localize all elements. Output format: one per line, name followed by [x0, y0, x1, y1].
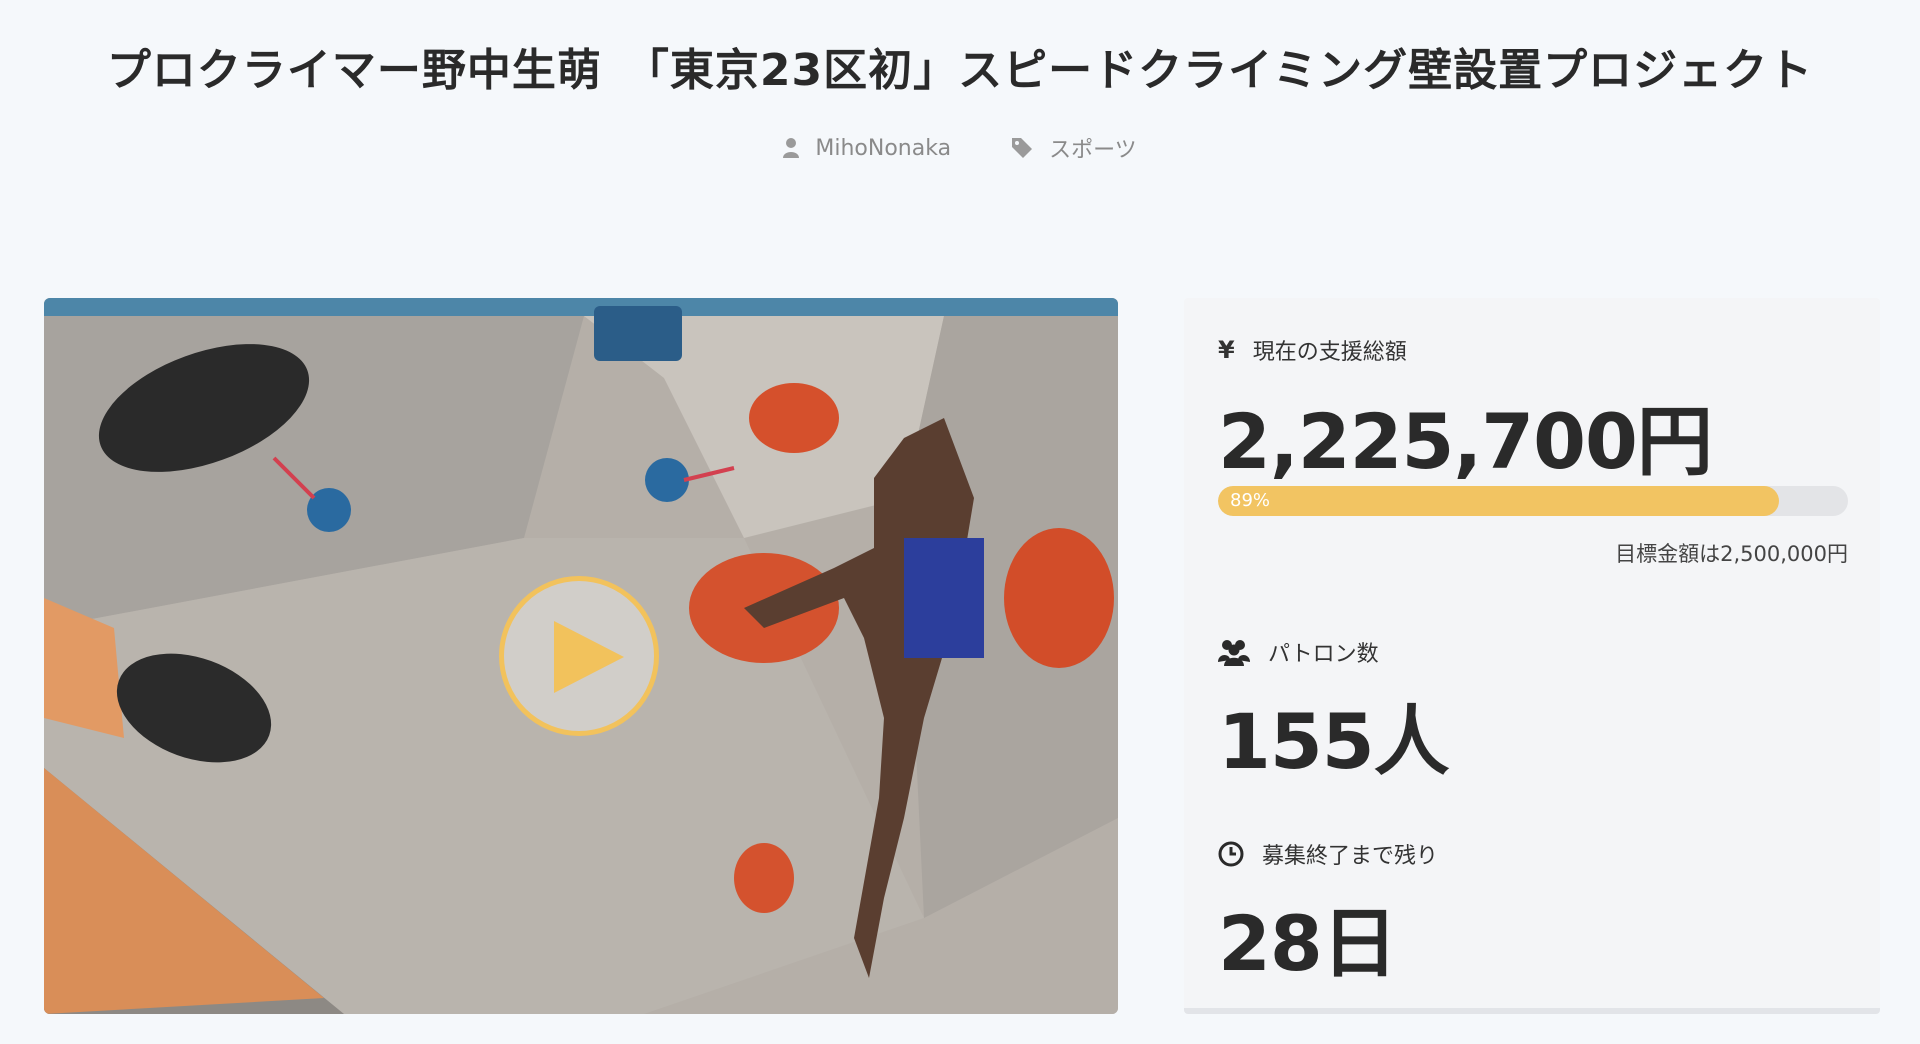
- patrons-label-row: パトロン数: [1218, 636, 1379, 668]
- project-meta: MihoNonaka スポーツ: [0, 132, 1920, 164]
- yen-icon: ¥: [1218, 336, 1235, 364]
- author-link[interactable]: MihoNonaka: [783, 132, 951, 164]
- patrons-label: パトロン数: [1268, 642, 1379, 667]
- tag-icon: [1012, 138, 1033, 158]
- patrons-count: 155人: [1218, 697, 1450, 786]
- remaining-label: 募集終了まで残り: [1262, 844, 1439, 869]
- user-icon: [783, 138, 800, 158]
- remaining-days: 28日: [1218, 899, 1398, 988]
- author-name: MihoNonaka: [815, 135, 952, 161]
- total-label: 現在の支援総額: [1252, 340, 1407, 365]
- category-link[interactable]: スポーツ: [1011, 132, 1137, 164]
- total-label-row: ¥ 現在の支援総額: [1218, 334, 1407, 366]
- progress-bar: 89%: [1218, 486, 1848, 516]
- progress-percent: 89%: [1230, 490, 1271, 511]
- progress-fill: 89%: [1218, 486, 1779, 516]
- play-button[interactable]: [499, 576, 659, 736]
- total-amount: 2,225,700円: [1218, 397, 1713, 486]
- users-icon: [1218, 640, 1250, 666]
- page-title: プロクライマー野中生萌 「東京23区初」スピードクライミング壁設置プロジェクト: [106, 45, 1814, 96]
- remaining-label-row: 募集終了まで残り: [1218, 838, 1438, 870]
- clock-icon: [1218, 841, 1244, 867]
- funding-stats-card: ¥ 現在の支援総額 2,225,700円 89% 目標金額は2,500,000円…: [1184, 298, 1880, 1014]
- play-icon: [554, 621, 624, 693]
- category-name: スポーツ: [1049, 138, 1137, 163]
- goal-amount: 目標金額は2,500,000円: [1615, 542, 1848, 566]
- video-player[interactable]: [44, 298, 1118, 1014]
